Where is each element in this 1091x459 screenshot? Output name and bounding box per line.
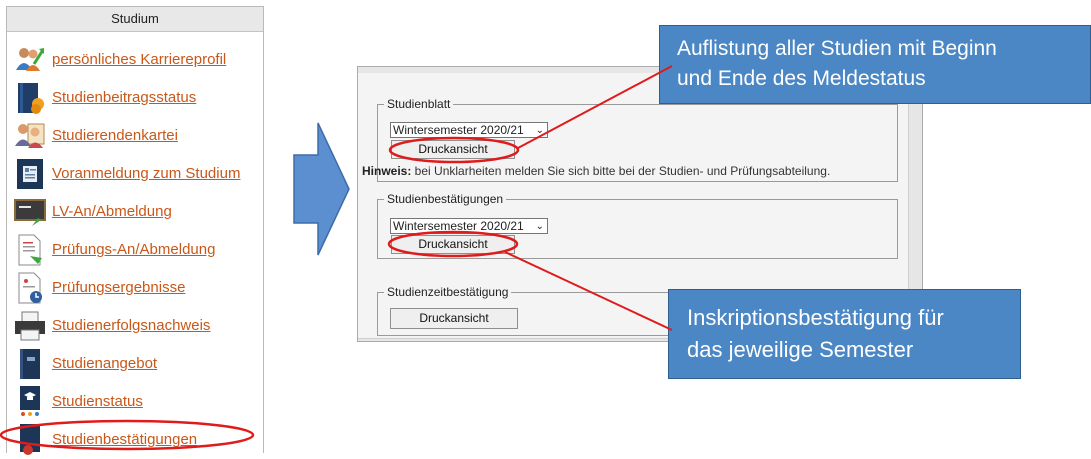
dark-book-icon [20, 349, 40, 379]
menu-item-studienstatus[interactable]: Studienstatus [7, 383, 263, 421]
menu-item-studienerfolgsnachweis[interactable]: Studienerfolgsnachweis [7, 307, 263, 345]
bestaetigungen-print-button[interactable]: Druckansicht [391, 235, 515, 254]
exam-results-clock-icon [18, 272, 42, 304]
menu-item-studienbeitragsstatus[interactable]: Studienbeitragsstatus [7, 79, 263, 117]
menu-item-studienbestaetigungen[interactable]: Studienbestätigungen [7, 421, 263, 459]
menu-item-label[interactable]: Prüfungs-An/Abmeldung [52, 241, 215, 258]
people-rising-arrow-icon [16, 48, 45, 71]
studienblatt-legend: Studienblatt [384, 97, 454, 111]
callout-line: Auflistung aller Studien mit Beginn [677, 37, 997, 60]
callout-line: das jeweilige Semester [687, 337, 914, 362]
chevron-down-icon: ⌄ [535, 125, 544, 136]
hint-message: bei Unklarheiten melden Sie sich bitte b… [411, 164, 831, 178]
certificate-icon [20, 424, 40, 455]
callout-line: Inskriptionsbestätigung für [687, 305, 944, 330]
menu-item-voranmeldung[interactable]: Voranmeldung zum Studium [7, 155, 263, 193]
document-id-icon [17, 159, 43, 189]
menu-header: Studium [7, 7, 263, 32]
bestaetigungen-legend: Studienbestätigungen [384, 192, 507, 206]
chevron-down-icon: ⌄ [535, 221, 544, 232]
menu-item-label[interactable]: Studierendenkartei [52, 127, 178, 144]
menu-item-pruefungs-anmeldung[interactable]: Prüfungs-An/Abmeldung [7, 231, 263, 269]
hint-text: Hinweis: bei Unklarheiten melden Sie sic… [362, 164, 830, 178]
menu-item-label[interactable]: Prüfungsergebnisse [52, 279, 185, 296]
right-arrow-icon [293, 122, 350, 256]
callout-studienblatt: Auflistung aller Studien mit Beginn und … [659, 25, 1091, 104]
selected-semester: Wintersemester 2020/21 [393, 219, 524, 233]
exam-document-icon [18, 234, 42, 266]
zeitbestaetigung-legend: Studienzeitbestätigung [384, 285, 512, 299]
callout-inskriptionsbestaetigung: Inskriptionsbestätigung für das jeweilig… [668, 289, 1021, 379]
bestaetigungen-semester-select[interactable]: Wintersemester 2020/21 ⌄ [390, 218, 548, 234]
blackboard-icon [14, 199, 46, 226]
menu-item-studierendenkartei[interactable]: Studierendenkartei [7, 117, 263, 155]
menu-item-label[interactable]: LV-An/Abmeldung [52, 203, 172, 220]
selected-semester: Wintersemester 2020/21 [393, 123, 524, 137]
zeitbestaetigung-print-button[interactable]: Druckansicht [390, 308, 518, 329]
menu-item-label[interactable]: Studienbestätigungen [52, 431, 197, 448]
menu-item-label[interactable]: Studienbeitragsstatus [52, 89, 196, 106]
menu-item-karriereprofil[interactable]: persönliches Karriereprofil [7, 41, 263, 79]
studienblatt-print-button[interactable]: Druckansicht [391, 140, 515, 159]
menu-item-label[interactable]: Studienstatus [52, 393, 143, 410]
people-card-icon [15, 123, 45, 148]
menu-item-label[interactable]: Studienerfolgsnachweis [52, 317, 210, 334]
book-coins-icon [18, 83, 44, 114]
menu-item-label[interactable]: persönliches Karriereprofil [52, 51, 226, 68]
graduation-cap-icon [20, 386, 40, 416]
menu-item-lv-anmeldung[interactable]: LV-An/Abmeldung [7, 193, 263, 231]
printer-icon [15, 311, 45, 341]
menu-item-pruefungsergebnisse[interactable]: Prüfungsergebnisse [7, 269, 263, 307]
menu-item-label[interactable]: Studienangebot [52, 355, 157, 372]
hint-label: Hinweis: [362, 164, 412, 178]
study-menu: Studium persönliches Karriereprofil Stud… [6, 6, 264, 455]
callout-line: und Ende des Meldestatus [677, 67, 926, 90]
menu-item-label[interactable]: Voranmeldung zum Studium [52, 165, 240, 182]
menu-item-studienangebot[interactable]: Studienangebot [7, 345, 263, 383]
studienblatt-semester-select[interactable]: Wintersemester 2020/21 ⌄ [390, 122, 548, 138]
